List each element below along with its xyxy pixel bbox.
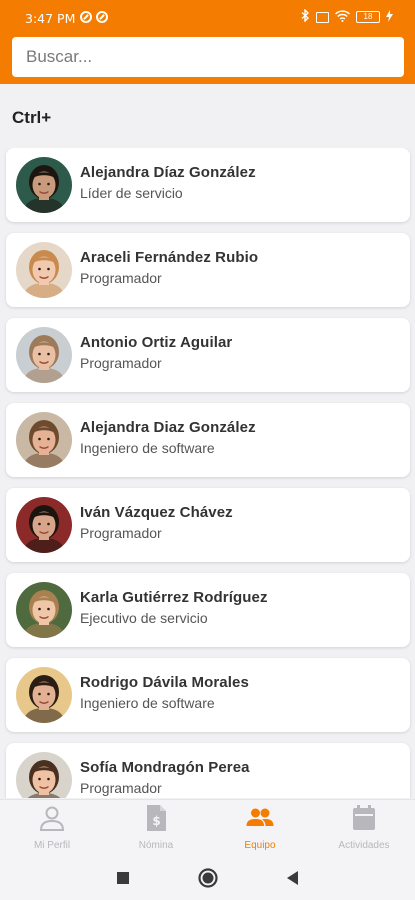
tab-actividades[interactable]: Actividades — [319, 804, 409, 854]
team-member-card[interactable]: Karla Gutiérrez Rodríguez Ejecutivo de se… — [6, 573, 410, 647]
team-member-card[interactable]: Rodrigo Dávila Morales Ingeniero de softw… — [6, 658, 410, 732]
avatar — [16, 497, 72, 553]
tab-label: Nómina — [138, 840, 174, 851]
do-not-disturb-icon — [96, 11, 108, 23]
avatar — [16, 582, 72, 638]
member-name: Araceli Fernández Rubio — [80, 249, 259, 266]
do-not-disturb-icon — [80, 11, 92, 23]
avatar — [16, 157, 72, 213]
avatar — [16, 752, 72, 798]
tab-mi-perfil[interactable]: Mi Perfil — [7, 804, 97, 854]
payroll-icon: $ — [147, 805, 166, 831]
bottom-tab-bar: Mi Perfil $ Nómina Equipo Actividades — [0, 799, 415, 856]
home-button[interactable] — [195, 865, 221, 891]
member-role: Ingeniero de software — [80, 695, 215, 711]
app-header: 3:47 PM 18 — [0, 0, 415, 84]
sim-icon — [316, 11, 329, 23]
team-member-card[interactable]: Alejandra Díaz González Líder de servicio — [6, 148, 410, 222]
member-name: Alejandra Díaz González — [80, 164, 256, 181]
status-time: 3:47 PM — [25, 11, 76, 26]
team-member-card[interactable]: Antonio Ortiz Aguilar Programador — [6, 318, 410, 392]
recents-button[interactable] — [110, 865, 136, 891]
back-button[interactable] — [280, 865, 306, 891]
member-role: Líder de servicio — [80, 185, 183, 201]
person-icon — [39, 806, 65, 831]
member-role: Programador — [80, 525, 162, 541]
avatar — [16, 667, 72, 723]
section-title: Ctrl+ — [12, 108, 52, 127]
team-member-card[interactable]: Sofía Mondragón Perea Programador — [6, 743, 410, 798]
charging-icon — [386, 9, 393, 25]
tab-label: Mi Perfil — [33, 840, 71, 851]
team-member-card[interactable]: Araceli Fernández Rubio Programador — [6, 233, 410, 307]
tab-label: Equipo — [244, 840, 276, 851]
team-icon — [246, 808, 274, 826]
svg-text:$: $ — [152, 814, 160, 828]
status-bar: 3:47 PM 18 — [0, 0, 415, 36]
member-name: Alejandra Diaz González — [80, 419, 256, 436]
avatar — [16, 242, 72, 298]
member-name: Iván Vázquez Chávez — [80, 504, 233, 521]
system-nav-bar — [0, 856, 415, 900]
member-role: Programador — [80, 355, 162, 371]
search-input[interactable] — [12, 37, 404, 77]
tab-equipo[interactable]: Equipo — [215, 804, 305, 854]
wifi-icon — [334, 9, 351, 25]
member-name: Rodrigo Dávila Morales — [80, 674, 249, 691]
bluetooth-icon — [301, 8, 310, 25]
team-list[interactable]: Alejandra Díaz González Líder de servicio… — [0, 148, 415, 798]
member-role: Programador — [80, 780, 162, 796]
member-role: Ejecutivo de servicio — [80, 610, 208, 626]
member-name: Karla Gutiérrez Rodríguez — [80, 589, 268, 606]
tab-nomina[interactable]: $ Nómina — [111, 804, 201, 854]
calendar-icon — [353, 805, 375, 830]
tab-label: Actividades — [338, 840, 390, 851]
avatar — [16, 412, 72, 468]
member-role: Ingeniero de software — [80, 440, 215, 456]
team-member-card[interactable]: Iván Vázquez Chávez Programador — [6, 488, 410, 562]
member-role: Programador — [80, 270, 162, 286]
member-name: Sofía Mondragón Perea — [80, 759, 250, 776]
avatar — [16, 327, 72, 383]
team-member-card[interactable]: Alejandra Diaz González Ingeniero de soft… — [6, 403, 410, 477]
member-name: Antonio Ortiz Aguilar — [80, 334, 233, 351]
battery-icon: 18 — [356, 11, 380, 23]
